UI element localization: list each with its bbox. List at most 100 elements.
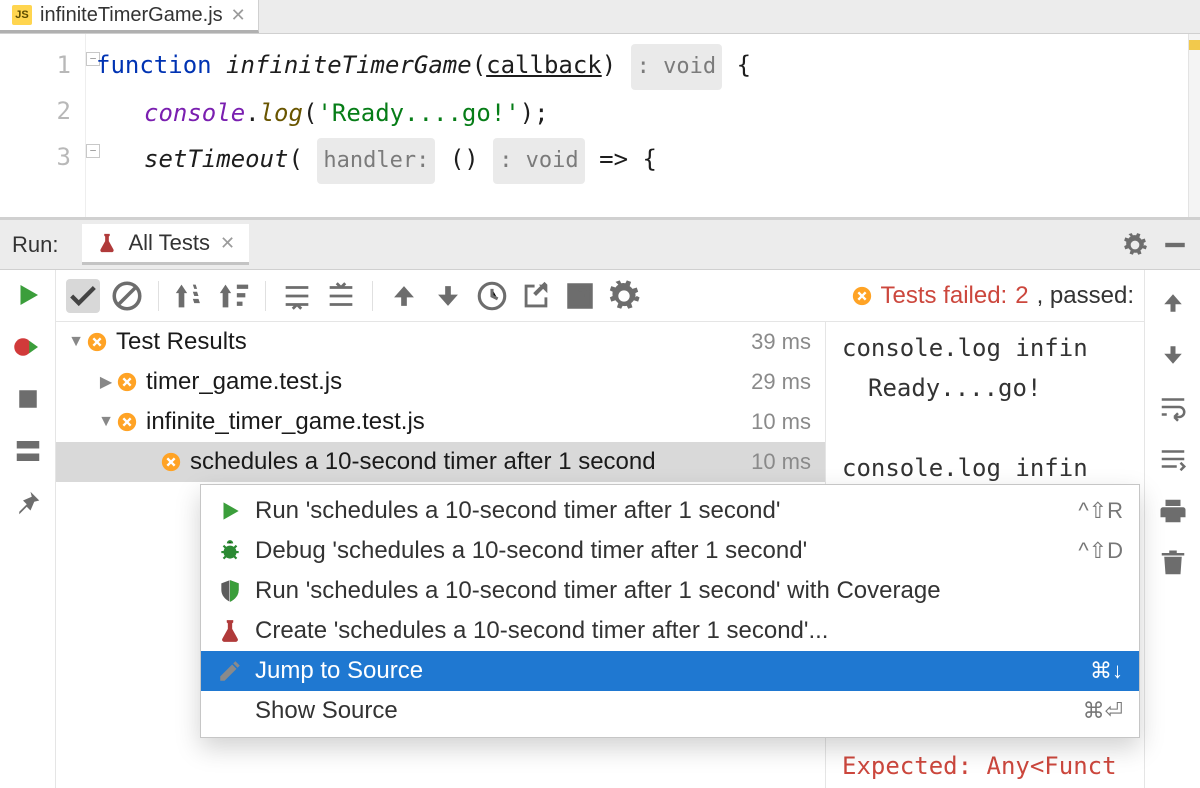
layout-button[interactable] [13,436,43,466]
code-string: 'Ready....go!' [317,99,519,127]
sort-duration-button[interactable] [217,279,251,313]
tree-root-row[interactable]: ▼ Test Results 39 ms [56,322,825,362]
show-ignored-toggle[interactable] [110,279,144,313]
code-fn-call: setTimeout [144,145,289,173]
code-obj: console [144,99,245,127]
ctx-label: Show Source [255,697,1071,725]
duration: 39 ms [751,329,811,355]
chevron-down-icon[interactable]: ▼ [66,333,86,351]
line-number: 3 [0,134,71,180]
tree-label: schedules a 10-second timer after 1 seco… [190,448,751,476]
tree-file-row[interactable]: ▶ timer_game.test.js 29 ms [56,362,825,402]
ctx-label: Create 'schedules a 10-second timer afte… [255,617,1123,645]
toggle-breakpoints-button[interactable] [13,332,43,362]
editor-tabbar: JS infiniteTimerGame.js ✕ [0,0,1200,34]
console-right-rail [1144,270,1200,788]
scroll-up-button[interactable] [1158,288,1188,318]
pencil-icon [217,658,243,684]
line-number: 1 [0,42,71,88]
run-panel-header: Run: All Tests ✕ [0,220,1200,270]
ctx-jump-to-source[interactable]: Jump to Source ⌘↓ [201,651,1139,691]
scroll-down-button[interactable] [1158,340,1188,370]
chevron-right-icon[interactable]: ▶ [96,372,116,392]
run-config-tab[interactable]: All Tests ✕ [82,224,249,265]
stop-button[interactable] [13,384,43,414]
ctx-shortcut: ^⇧D [1078,538,1123,564]
code-editor[interactable]: 1 2 3 − − function infiniteTimerGame(cal… [0,34,1200,220]
test-context-menu: Run 'schedules a 10-second timer after 1… [200,484,1140,738]
ctx-shortcut: ⌘⏎ [1083,698,1123,724]
tree-file-row[interactable]: ▼ infinite_timer_game.test.js 10 ms [56,402,825,442]
test-options-button[interactable] [607,279,641,313]
tree-label: timer_game.test.js [146,368,751,396]
code-fn-name: infiniteTimerGame [226,51,472,79]
console-line: Ready....go! [842,368,1144,408]
expand-all-button[interactable] [280,279,314,313]
run-left-rail [0,270,56,788]
tree-label: infinite_timer_game.test.js [146,408,751,436]
prev-failed-button[interactable] [387,279,421,313]
run-config-label: All Tests [128,230,210,256]
code-method: log [260,99,303,127]
sort-alpha-button[interactable] [173,279,207,313]
minimize-icon[interactable] [1162,232,1188,258]
blank-icon [217,698,243,724]
type-hint: : void [493,138,584,184]
settings-icon[interactable] [1122,232,1148,258]
import-results-button[interactable] [519,279,553,313]
js-file-icon: JS [12,5,32,25]
close-tab-icon[interactable]: ✕ [231,5,246,26]
ctx-create-config[interactable]: Create 'schedules a 10-second timer afte… [201,611,1139,651]
test-history-button[interactable] [475,279,509,313]
next-failed-button[interactable] [431,279,465,313]
show-passed-toggle[interactable] [66,279,100,313]
soft-wrap-button[interactable] [1158,392,1188,422]
bug-icon [217,538,243,564]
test-flask-icon [96,232,118,254]
code-keyword: function [96,51,212,79]
ctx-label: Run 'schedules a 10-second timer after 1… [255,577,1123,605]
param-hint: handler: [317,138,435,184]
rerun-button[interactable] [13,280,43,310]
collapse-all-button[interactable] [324,279,358,313]
ctx-run-coverage[interactable]: Run 'schedules a 10-second timer after 1… [201,571,1139,611]
line-gutter: 1 2 3 [0,34,86,217]
run-panel-label: Run: [12,232,58,258]
editor-tab-label: infiniteTimerGame.js [40,4,223,27]
code-content[interactable]: function infiniteTimerGame(callback) : v… [86,34,751,217]
console-line: console.log infin [842,328,1144,368]
editor-marker-rail[interactable] [1188,34,1200,217]
tree-test-row-selected[interactable]: schedules a 10-second timer after 1 seco… [56,442,825,482]
passed-label: , passed: [1037,282,1134,310]
ctx-run-test[interactable]: Run 'schedules a 10-second timer after 1… [201,491,1139,531]
print-button[interactable] [1158,496,1188,526]
warning-marker-icon[interactable] [1189,40,1200,50]
tree-label: Test Results [116,328,751,356]
close-run-tab-icon[interactable]: ✕ [220,233,235,254]
ctx-show-source[interactable]: Show Source ⌘⏎ [201,691,1139,731]
failed-icon [116,371,138,393]
coverage-shield-icon [217,578,243,604]
ctx-shortcut: ⌘↓ [1090,658,1123,684]
failed-icon [116,411,138,433]
duration: 10 ms [751,409,811,435]
export-results-button[interactable] [563,279,597,313]
type-hint: : void [631,44,722,90]
failed-count: 2 [1015,282,1028,310]
scroll-to-end-button[interactable] [1158,444,1188,474]
chevron-down-icon[interactable]: ▼ [96,413,116,431]
ctx-shortcut: ^⇧R [1078,498,1123,524]
failed-icon [160,451,182,473]
failed-label: Tests failed: [881,282,1008,310]
console-expected-line: Expected: Any<Funct [842,746,1117,786]
test-status-summary: Tests failed: 2 , passed: [851,282,1135,310]
editor-tab-infiniteTimerGame[interactable]: JS infiniteTimerGame.js ✕ [0,0,259,33]
play-icon [217,498,243,524]
pin-button[interactable] [13,488,43,518]
failed-icon [86,331,108,353]
ctx-debug-test[interactable]: Debug 'schedules a 10-second timer after… [201,531,1139,571]
clear-all-button[interactable] [1158,548,1188,578]
test-toolbar: Tests failed: 2 , passed: [56,270,1144,322]
failed-icon [851,285,873,307]
code-param: callback [486,51,602,79]
